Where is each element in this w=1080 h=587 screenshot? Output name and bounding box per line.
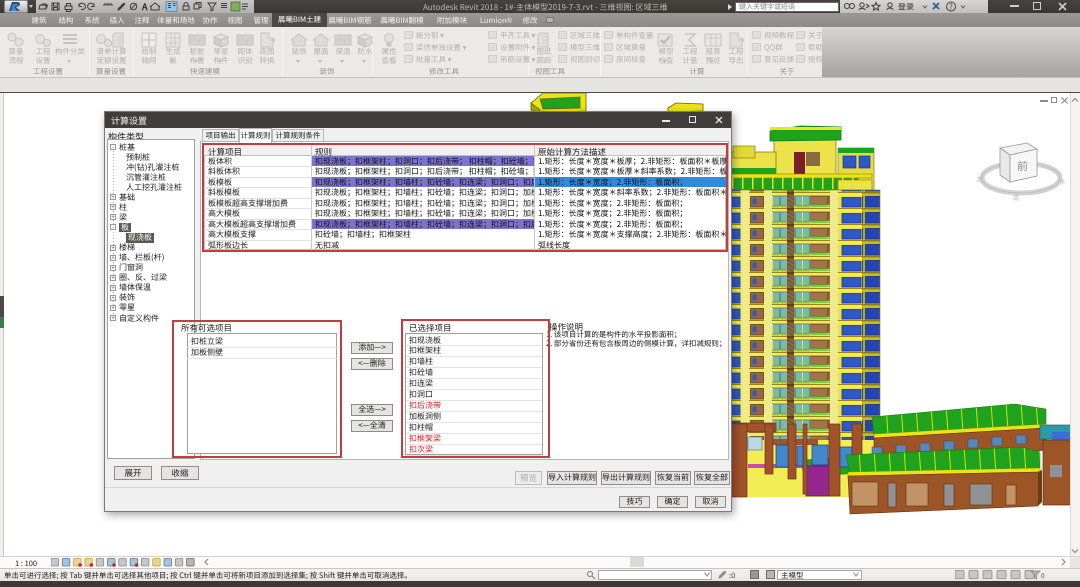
svg-text:东: 东 (1059, 177, 1065, 186)
svg-text:西: 西 (977, 175, 983, 184)
svg-text:?: ? (949, 2, 953, 13)
svg-text:登录: 登录 (898, 2, 914, 13)
svg-text:A: A (141, 1, 148, 12)
svg-text:南: 南 (1013, 193, 1019, 202)
svg-text:0: 0 (1041, 570, 1045, 580)
svg-text:前: 前 (1017, 158, 1028, 174)
